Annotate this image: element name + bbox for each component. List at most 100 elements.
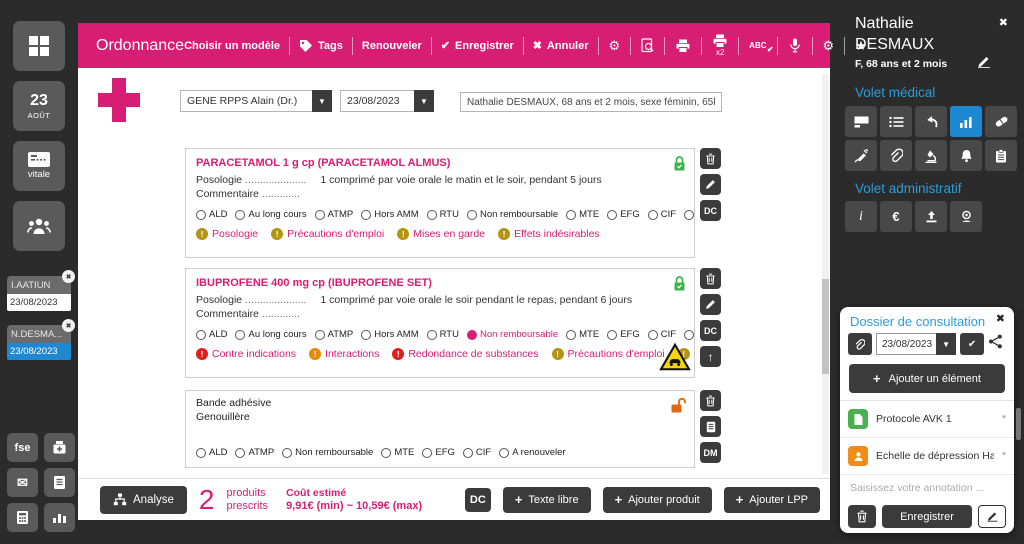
calendar-button[interactable]: 23 AOÛT (13, 81, 65, 131)
option-rtu[interactable]: RTU (426, 209, 459, 220)
option-mte[interactable]: MTE (381, 447, 414, 458)
alert-interactions[interactable]: ! Interactions (309, 348, 379, 360)
option-atmp[interactable]: ATMP (235, 447, 274, 458)
calculator-button[interactable] (7, 503, 38, 532)
alert-contre-indications[interactable]: ! Contre indications (196, 348, 296, 360)
alert-redondance-de-substances[interactable]: ! Redondance de substances (392, 348, 539, 360)
renew-button[interactable]: Renouveler (362, 40, 422, 52)
up-button[interactable]: ↑ (700, 346, 721, 367)
prescription-item-paracetamol[interactable]: PARACETAMOL 1 g cp (PARACETAMOL ALMUS) P… (185, 148, 695, 258)
billing-button[interactable]: € (880, 201, 912, 232)
trash-button[interactable] (700, 268, 721, 289)
option-a-renouveler[interactable]: A renouveler (684, 329, 694, 340)
pill-button[interactable] (985, 106, 1017, 137)
option-ald[interactable]: ALD (196, 209, 227, 220)
option-non-remboursable[interactable]: Non remboursable (466, 209, 558, 220)
print-x2-button[interactable]: x2 (711, 34, 729, 57)
trash-button[interactable] (700, 390, 721, 411)
option-non-remboursable[interactable]: Non remboursable (282, 447, 373, 458)
share-button[interactable] (988, 334, 1003, 354)
pencil-button[interactable] (700, 294, 721, 315)
option-atmp[interactable]: ATMP (314, 329, 353, 340)
mail-button[interactable]: ✉ (7, 468, 38, 497)
report-button[interactable] (985, 140, 1017, 171)
fse-button[interactable]: fse (7, 433, 38, 462)
scrollbar-thumb[interactable] (1016, 408, 1021, 440)
option-rtu[interactable]: RTU (426, 329, 459, 340)
analyse-button[interactable]: Analyse (100, 485, 187, 514)
stats-button[interactable] (44, 503, 75, 532)
close-icon[interactable]: ✖ (996, 312, 1005, 325)
alerts-button[interactable] (950, 140, 982, 171)
dc-button[interactable]: DC (464, 487, 491, 512)
cancel-button[interactable]: ✖ Annuler (533, 39, 589, 53)
consultation-item-echelle-de-d-pression-ha[interactable]: Echelle de dépression Ha... * (840, 438, 1014, 475)
tags-button[interactable]: Tags (299, 39, 343, 53)
close-icon[interactable]: ✖ (62, 319, 75, 332)
undo-button[interactable] (915, 106, 947, 137)
patient-tab-2[interactable]: ✖ N.DESMA... 23/08/2023 (7, 319, 75, 360)
info-button[interactable]: i (845, 201, 877, 232)
attachment-button[interactable] (880, 140, 912, 171)
attach-button[interactable] (848, 333, 872, 355)
close-icon[interactable]: ✖ (999, 16, 1008, 29)
medicine-box-button[interactable] (44, 433, 75, 462)
validate-button[interactable]: ✔ (960, 333, 985, 355)
save-button[interactable]: ✔ Enregistrer (441, 39, 514, 53)
option-cif[interactable]: CIF (647, 329, 676, 340)
option-efg[interactable]: EFG (422, 447, 455, 458)
consultation-date-select[interactable]: 23/08/2023 ▼ (876, 333, 957, 355)
option-atmp[interactable]: ATMP (314, 209, 353, 220)
notes-button[interactable] (44, 468, 75, 497)
option-efg[interactable]: EFG (607, 209, 640, 220)
biology-button[interactable] (915, 140, 947, 171)
alert-mises-en-garde[interactable]: !Mises en garde (397, 228, 485, 240)
option-non-remboursable[interactable]: Non remboursable (466, 329, 558, 340)
dictation-button[interactable] (787, 38, 803, 53)
patients-button[interactable] (13, 201, 65, 251)
option-mte[interactable]: MTE (566, 329, 599, 340)
add-product-button[interactable]: + Ajouter produit (602, 486, 712, 513)
carte-vitale-button[interactable]: vitale (13, 141, 65, 191)
option-hors-amm[interactable]: Hors AMM (361, 329, 419, 340)
signature-icon[interactable] (976, 55, 992, 73)
prescription-item-lpp[interactable]: Bande adhésive Genouillère ALD ATMP Non re… (185, 390, 695, 468)
option-a-renouveler[interactable]: A renouveler (684, 209, 694, 220)
apps-grid-button[interactable] (13, 21, 65, 71)
chevron-down-icon[interactable]: ▼ (312, 90, 332, 112)
alert-pr-cautions-d-emploi[interactable]: ! Précautions d'emploi (271, 228, 384, 240)
upload-button[interactable] (915, 201, 947, 232)
doctor-select[interactable]: GENE RPPS Alain (Dr.) ▼ (180, 90, 332, 112)
option-mte[interactable]: MTE (566, 209, 599, 220)
add-lpp-button[interactable]: + Ajouter LPP (723, 486, 820, 513)
board-button[interactable] (845, 106, 877, 137)
scrollbar-thumb[interactable] (822, 279, 829, 374)
option-au-long-cours[interactable]: Au long cours (235, 209, 307, 220)
print-button[interactable] (674, 39, 692, 53)
pencil-button[interactable] (700, 174, 721, 195)
prescription-item-ibuprofene[interactable]: IBUPROFENE 400 mg cp (IBUPROFENE SET) Po… (185, 268, 695, 378)
injection-button[interactable] (845, 140, 877, 171)
annotation-input[interactable] (840, 475, 1014, 501)
chart-button[interactable] (950, 106, 982, 137)
choose-model-button[interactable]: Choisir un modèle (184, 40, 280, 52)
dm-button[interactable]: DM (700, 442, 721, 463)
dc-button[interactable]: DC (700, 320, 721, 341)
option-au-long-cours[interactable]: Au long cours (235, 329, 307, 340)
delete-button[interactable] (848, 505, 876, 528)
chevron-down-icon[interactable]: ▼ (414, 90, 434, 112)
dc-button[interactable]: DC (700, 200, 721, 221)
trash-button[interactable] (700, 148, 721, 169)
close-icon[interactable]: ✖ (62, 270, 75, 283)
chevron-down-icon[interactable]: ▼ (936, 333, 957, 355)
option-ald[interactable]: ALD (196, 447, 227, 458)
settings-button[interactable]: ⚙ (608, 39, 622, 52)
option-ald[interactable]: ALD (196, 329, 227, 340)
option-efg[interactable]: EFG (607, 329, 640, 340)
scrollbar-track[interactable] (822, 74, 829, 474)
option-cif[interactable]: CIF (462, 447, 491, 458)
spellcheck-button[interactable]: ABC ✔ (748, 41, 773, 53)
preview-button[interactable] (640, 38, 655, 53)
edit-button[interactable] (978, 505, 1006, 528)
option-cif[interactable]: CIF (647, 209, 676, 220)
